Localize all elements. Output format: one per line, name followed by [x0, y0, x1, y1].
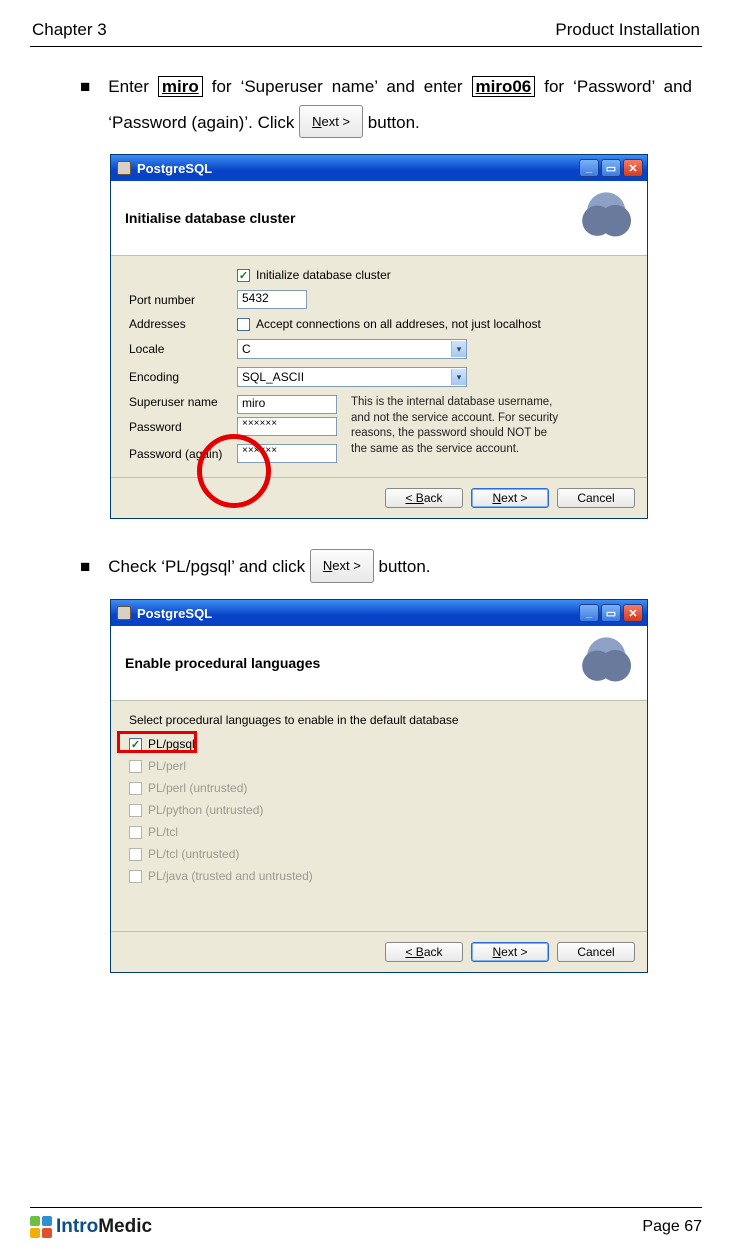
boxed-miro: miro — [158, 76, 203, 97]
cancel-button[interactable]: Cancel — [557, 488, 635, 508]
minimize-icon[interactable]: _ — [579, 604, 599, 622]
step2-text: Check ‘PL/pgsql’ and click Next > button… — [108, 549, 692, 585]
boxed-miro06: miro06 — [472, 76, 536, 97]
back-button[interactable]: < Back — [385, 488, 463, 508]
password-input[interactable]: ×××××× — [237, 417, 337, 436]
dialog-heading: Initialise database cluster — [125, 210, 573, 226]
checkbox-icon[interactable]: ✓ — [129, 738, 142, 751]
password2-label: Password (again) — [129, 447, 237, 461]
next-button-inline: Next > — [310, 549, 374, 582]
minimize-icon[interactable]: _ — [579, 159, 599, 177]
footer-rule — [30, 1207, 702, 1208]
password-label: Password — [129, 420, 237, 434]
encoding-label: Encoding — [129, 370, 237, 384]
back-button[interactable]: < Back — [385, 942, 463, 962]
checkbox-icon — [129, 826, 142, 839]
lang-pltcl-untrusted: PL/tcl (untrusted) — [129, 847, 631, 861]
postgresql-dialog-1: PostgreSQL _ ▭ ✕ Initialise database clu… — [110, 154, 648, 519]
postgresql-dialog-2: PostgreSQL _ ▭ ✕ Enable procedural langu… — [110, 599, 648, 973]
checkbox-icon — [129, 848, 142, 861]
intromedic-logo: IntroMedic — [30, 1216, 152, 1238]
titlebar: PostgreSQL _ ▭ ✕ — [111, 155, 647, 181]
checkbox-icon — [129, 782, 142, 795]
header-rule — [30, 46, 702, 47]
page-number: Page 67 — [642, 1218, 702, 1236]
addresses-chk-label: Accept connections on all addreses, not … — [256, 317, 541, 331]
lang-plperl-untrusted: PL/perl (untrusted) — [129, 781, 631, 795]
app-icon — [117, 606, 131, 620]
addresses-checkbox[interactable] — [237, 318, 250, 331]
encoding-select[interactable]: SQL_ASCII▾ — [237, 367, 467, 387]
lang-plperl: PL/perl — [129, 759, 631, 773]
init-cluster-label: Initialize database cluster — [256, 268, 391, 282]
next-button-inline: Next > — [299, 105, 363, 138]
bullet-icon: ■ — [80, 69, 90, 140]
chevron-down-icon: ▾ — [451, 369, 466, 385]
cancel-button[interactable]: Cancel — [557, 942, 635, 962]
titlebar: PostgreSQL _ ▭ ✕ — [111, 600, 647, 626]
port-label: Port number — [129, 293, 237, 307]
superuser-input[interactable]: miro — [237, 395, 337, 414]
lang-plpgsql[interactable]: ✓ PL/pgsql — [129, 737, 631, 751]
close-icon[interactable]: ✕ — [623, 159, 643, 177]
security-note: This is the internal database username, … — [351, 395, 561, 457]
close-icon[interactable]: ✕ — [623, 604, 643, 622]
app-icon — [117, 161, 131, 175]
instruction-text: Select procedural languages to enable in… — [129, 713, 631, 727]
window-title: PostgreSQL — [137, 606, 212, 621]
checkbox-icon — [129, 804, 142, 817]
next-button[interactable]: Next > — [471, 942, 549, 962]
elephant-icon — [573, 636, 637, 690]
locale-label: Locale — [129, 342, 237, 356]
section-label: Product Installation — [555, 20, 700, 40]
bullet-icon: ■ — [80, 549, 90, 585]
maximize-icon[interactable]: ▭ — [601, 159, 621, 177]
locale-select[interactable]: C▾ — [237, 339, 467, 359]
checkbox-icon — [129, 870, 142, 883]
addresses-label: Addresses — [129, 317, 237, 331]
password2-input[interactable]: ×××××× — [237, 444, 337, 463]
lang-plpython: PL/python (untrusted) — [129, 803, 631, 817]
step1-text: Enter miro for ‘Superuser name’ and ente… — [108, 69, 692, 140]
elephant-icon — [573, 191, 637, 245]
dialog-heading: Enable procedural languages — [125, 655, 573, 671]
lang-pljava: PL/java (trusted and untrusted) — [129, 869, 631, 883]
chevron-down-icon: ▾ — [451, 341, 466, 357]
port-input[interactable]: 5432 — [237, 290, 307, 309]
init-cluster-checkbox[interactable]: ✓ — [237, 269, 250, 282]
next-button[interactable]: Next > — [471, 488, 549, 508]
chapter-label: Chapter 3 — [32, 20, 107, 40]
checkbox-icon — [129, 760, 142, 773]
superuser-label: Superuser name — [129, 395, 237, 409]
window-title: PostgreSQL — [137, 161, 212, 176]
lang-pltcl: PL/tcl — [129, 825, 631, 839]
maximize-icon[interactable]: ▭ — [601, 604, 621, 622]
